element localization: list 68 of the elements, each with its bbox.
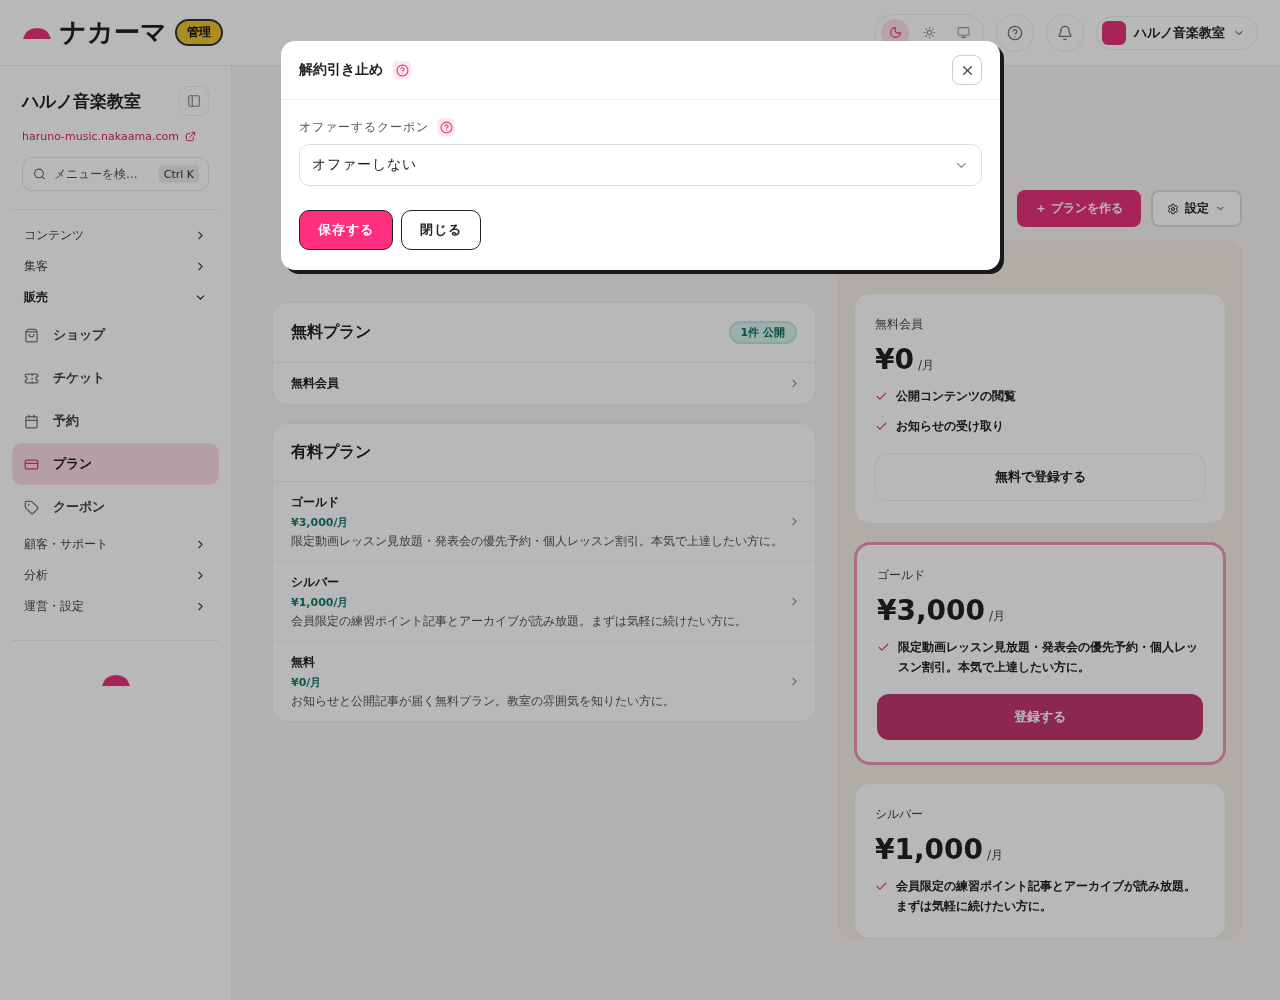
card-title: 有料プラン — [291, 442, 371, 463]
save-button[interactable]: 保存する — [299, 210, 393, 250]
logo-icon — [100, 673, 131, 687]
status-badge: 1件 公開 — [728, 321, 797, 344]
shortcut-hint: Ctrl K — [158, 165, 199, 183]
nav-group[interactable]: 顧客・サポート — [12, 529, 219, 560]
feature-text: 会員限定の練習ポイント記事とアーカイブが読み放題。まずは気軽に続けたい方に。 — [896, 877, 1197, 915]
register-button[interactable]: 登録する — [877, 693, 1203, 740]
plan-row[interactable]: シルバー ¥1,000/月 会員限定の練習ポイント記事とアーカイブが読み放題。まずは気軽に続けたい方に。 — [273, 562, 815, 642]
price-unit: /月 — [917, 357, 934, 374]
admin-badge: 管理 — [175, 19, 223, 46]
gear-icon — [1167, 202, 1179, 215]
card-icon — [24, 456, 39, 472]
site-name: ハルノ音楽教室 — [22, 89, 141, 113]
card-title: 無料プラン — [291, 322, 371, 343]
nav-item[interactable]: チケット — [12, 357, 219, 399]
plan-row[interactable]: 無料会員 — [273, 363, 815, 404]
plan-price: ¥0 — [875, 343, 914, 376]
feature-text: 公開コンテンツの閲覧 — [896, 388, 1016, 405]
help-button[interactable] — [996, 13, 1034, 52]
site-url-link[interactable]: haruno-music.nakaama.com — [22, 130, 209, 143]
register-button[interactable]: 無料で登録する — [875, 452, 1205, 501]
plan-row[interactable]: ゴールド ¥3,000/月 限定動画レッスン見放題・発表会の優先予約・個人レッスン割引。本気で上達したい方に。 — [273, 482, 815, 562]
close-button[interactable] — [952, 55, 982, 85]
nav-item[interactable]: ショップ — [12, 314, 219, 356]
monitor-icon — [956, 26, 970, 39]
settings-button[interactable]: 設定 — [1151, 190, 1242, 227]
moon-icon — [888, 26, 902, 39]
dialog-title: 解約引き止め — [299, 61, 383, 79]
plan-row[interactable]: 無料 ¥0/月 お知らせと公開記事が届く無料プラン。教室の雰囲気を知りたい方に。 — [273, 642, 815, 721]
nav-item[interactable]: プラン — [12, 443, 219, 485]
tag-icon — [24, 499, 39, 515]
nav-group[interactable]: 運営・設定 — [12, 591, 219, 622]
help-icon[interactable] — [393, 61, 411, 79]
create-plan-button[interactable]: ＋ プランを作る — [1016, 190, 1141, 227]
nav-item[interactable]: 予約 — [12, 400, 219, 442]
feature-text: 限定動画レッスン見放題・発表会の優先予約・個人レッスン割引。本気で上達したい方に。 — [898, 638, 1199, 677]
close-dialog-button[interactable]: 閉じる — [401, 210, 481, 250]
nav-item[interactable]: クーポン — [12, 486, 219, 528]
nav-group[interactable]: 分析 — [12, 560, 219, 591]
panel-icon — [187, 94, 201, 108]
check-icon — [875, 390, 888, 403]
logo-text: ナカーマ — [60, 16, 167, 49]
help-icon[interactable] — [437, 118, 455, 136]
sun-icon — [922, 26, 936, 39]
external-link-icon — [184, 131, 196, 142]
feature-text: お知らせの受け取り — [896, 418, 1004, 436]
plan-name: 無料会員 — [875, 316, 924, 333]
field-label: オファーするクーポン — [299, 119, 429, 135]
plan-price: ¥3,000 — [877, 593, 986, 627]
bell-icon — [1057, 24, 1073, 41]
coupon-select[interactable]: オファーしない — [299, 144, 982, 186]
price-unit: /月 — [989, 607, 1006, 625]
plan-name: ゴールド — [877, 566, 926, 584]
bag-icon — [24, 327, 39, 343]
nav-group[interactable]: コンテンツ — [12, 220, 219, 251]
logo-icon — [22, 25, 52, 40]
sidebar-toggle-button[interactable] — [179, 86, 209, 116]
ticket-icon — [24, 370, 39, 386]
price-unit: /月 — [987, 846, 1004, 864]
help-icon — [1007, 24, 1023, 41]
nav-group[interactable]: 販売 — [12, 282, 219, 313]
nav-group[interactable]: 集客 — [12, 251, 219, 282]
plan-price: ¥1,000 — [875, 832, 984, 866]
calendar-icon — [24, 413, 39, 429]
account-menu[interactable]: ハルノ音楽教室 — [1096, 15, 1258, 50]
notification-button[interactable] — [1046, 13, 1084, 52]
plan-name: シルバー — [875, 805, 924, 823]
